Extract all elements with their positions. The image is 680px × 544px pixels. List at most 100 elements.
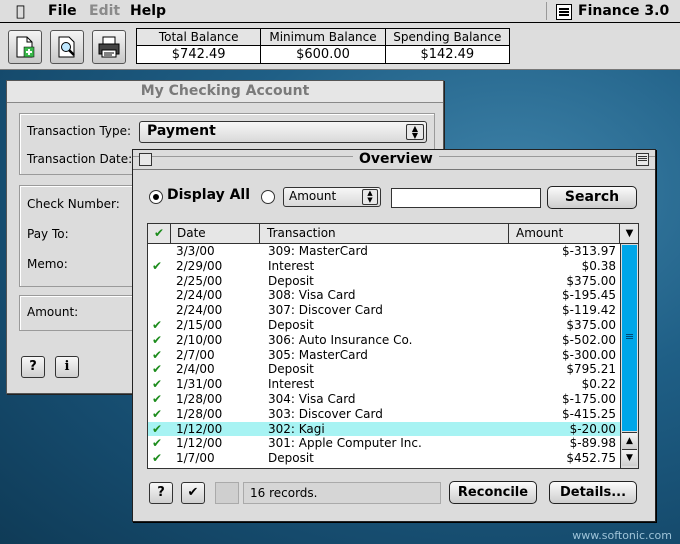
- table-row[interactable]: ✔ 2/4/00 Deposit $795.21: [148, 362, 620, 377]
- transaction-date-label: Transaction Date:: [27, 152, 133, 166]
- printer-icon: [98, 36, 120, 58]
- transaction-type-popup[interactable]: Payment ▲ ▼: [139, 121, 427, 143]
- table-row[interactable]: ✔ 1/12/00 301: Apple Computer Inc. $-89.98: [148, 436, 620, 451]
- table-row[interactable]: ✔ 2/7/00 305: MasterCard $-300.00: [148, 348, 620, 363]
- status-indicator: [215, 482, 239, 504]
- row-amount: $0.38: [581, 258, 616, 273]
- display-all-label[interactable]: Display All: [167, 187, 250, 203]
- overview-title: Overview: [353, 151, 439, 167]
- menu-file[interactable]: File: [48, 3, 77, 19]
- minimum-balance: Minimum Balance $600.00: [261, 29, 386, 63]
- date-column-header[interactable]: Date: [171, 224, 260, 243]
- row-amount: $-119.42: [562, 303, 616, 318]
- menu-edit[interactable]: Edit: [89, 3, 120, 19]
- row-amount: $-502.00: [562, 332, 616, 347]
- table-row[interactable]: ✔ 2/29/00 Interest $0.38: [148, 259, 620, 274]
- row-date: 2/29/00: [176, 258, 223, 273]
- transaction-type-value: Payment: [147, 123, 216, 139]
- filter-field-value: Amount: [289, 189, 337, 203]
- scroll-up-arrow-icon[interactable]: ▲: [622, 432, 637, 449]
- table-row[interactable]: ✔ 1/28/00 304: Visa Card $-175.00: [148, 392, 620, 407]
- row-amount: $-415.25: [562, 406, 616, 421]
- overview-help-button[interactable]: ?: [149, 482, 173, 504]
- reconcile-button[interactable]: Reconcile: [449, 481, 537, 504]
- filter-radio[interactable]: [261, 190, 275, 204]
- row-transaction: 302: Kagi: [268, 421, 325, 436]
- close-box-icon[interactable]: [139, 153, 152, 166]
- table-row[interactable]: 2/24/00 308: Visa Card $-195.45: [148, 288, 620, 303]
- row-date: 2/24/00: [176, 288, 223, 303]
- find-document-button[interactable]: [50, 30, 84, 64]
- scroll-down-arrow-icon[interactable]: ▼: [622, 449, 637, 466]
- table-row[interactable]: ✔ 1/28/00 303: Discover Card $-415.25: [148, 407, 620, 422]
- info-button[interactable]: i: [55, 356, 79, 378]
- reconcile-check-button[interactable]: ✔: [181, 482, 205, 504]
- row-amount: $-89.98: [569, 436, 616, 451]
- table-row[interactable]: ✔ 1/31/00 Interest $0.22: [148, 377, 620, 392]
- row-amount: $452.75: [566, 451, 616, 466]
- reconciled-check-icon[interactable]: ✔: [152, 407, 164, 422]
- reconciled-check-icon[interactable]: ✔: [152, 318, 164, 333]
- reconciled-check-icon[interactable]: ✔: [152, 392, 164, 407]
- overview-titlebar[interactable]: Overview: [133, 150, 655, 170]
- transaction-column-header[interactable]: Transaction: [261, 224, 509, 243]
- reconciled-check-icon[interactable]: ✔: [152, 333, 164, 348]
- search-button[interactable]: Search: [547, 186, 637, 209]
- table-row[interactable]: ✔ 1/12/00 302: Kagi $-20.00: [148, 421, 620, 437]
- reconciled-check-icon[interactable]: ✔: [152, 362, 164, 377]
- apple-menu-icon[interactable]: : [16, 2, 25, 20]
- new-document-icon: [16, 36, 35, 58]
- row-amount: $375.00: [566, 317, 616, 332]
- row-date: 1/12/00: [176, 436, 223, 451]
- reconciled-column-header[interactable]: ✔: [148, 224, 171, 243]
- row-amount: $-300.00: [562, 347, 616, 362]
- row-transaction: 305: MasterCard: [268, 347, 368, 362]
- finance-app-icon[interactable]: [556, 4, 572, 20]
- collapse-box-icon[interactable]: [636, 153, 649, 166]
- menu-help[interactable]: Help: [130, 3, 166, 19]
- row-amount: $375.00: [566, 273, 616, 288]
- row-date: 3/3/00: [176, 244, 215, 258]
- new-document-button[interactable]: [8, 30, 42, 64]
- magnifier-document-icon: [58, 36, 75, 58]
- help-button[interactable]: ?: [21, 356, 45, 378]
- reconciled-check-icon[interactable]: ✔: [152, 377, 164, 392]
- checking-window-title[interactable]: My Checking Account: [7, 81, 443, 103]
- reconciled-check-icon[interactable]: ✔: [152, 259, 164, 274]
- popup-arrows-icon: ▲ ▼: [362, 189, 378, 205]
- search-input[interactable]: [391, 188, 541, 208]
- table-row[interactable]: ✔ 2/15/00 Deposit $375.00: [148, 318, 620, 333]
- row-transaction: Interest: [268, 377, 315, 392]
- row-date: 1/12/00: [176, 421, 223, 436]
- row-date: 2/7/00: [176, 347, 215, 362]
- reconciled-check-icon[interactable]: ✔: [152, 422, 164, 437]
- row-transaction: 304: Visa Card: [268, 391, 356, 406]
- column-menu-icon[interactable]: ▼: [621, 224, 638, 243]
- app-menu-name[interactable]: Finance 3.0: [578, 3, 669, 19]
- display-all-radio[interactable]: [149, 190, 163, 204]
- row-transaction: 307: Discover Card: [268, 303, 383, 318]
- print-button[interactable]: [92, 30, 126, 64]
- total-balance-value: $742.49: [171, 47, 226, 62]
- table-row[interactable]: ✔ 2/10/00 306: Auto Insurance Co. $-502.00: [148, 333, 620, 348]
- row-date: 2/4/00: [176, 362, 215, 377]
- filter-field-popup[interactable]: Amount ▲ ▼: [283, 187, 381, 207]
- pay-to-label: Pay To:: [27, 227, 69, 241]
- transaction-type-label: Transaction Type:: [27, 124, 132, 138]
- row-amount: $-195.45: [562, 288, 616, 303]
- table-row[interactable]: 2/24/00 307: Discover Card $-119.42: [148, 303, 620, 318]
- reconciled-check-icon[interactable]: ✔: [152, 451, 164, 466]
- vertical-scrollbar[interactable]: ▲ ▼: [620, 244, 638, 468]
- scroll-thumb[interactable]: [622, 245, 637, 431]
- row-amount: $-313.97: [562, 244, 616, 258]
- details-button[interactable]: Details...: [549, 481, 637, 504]
- reconciled-check-icon[interactable]: ✔: [152, 436, 164, 451]
- checkmark-icon: ✔: [187, 485, 199, 500]
- balance-summary: Total Balance $742.49 Minimum Balance $6…: [136, 28, 510, 64]
- table-row[interactable]: 3/3/00 309: MasterCard $-313.97: [148, 244, 620, 259]
- amount-column-header[interactable]: Amount: [510, 224, 620, 243]
- row-transaction: 308: Visa Card: [268, 288, 356, 303]
- reconciled-check-icon[interactable]: ✔: [152, 348, 164, 363]
- table-row[interactable]: ✔ 1/7/00 Deposit $452.75: [148, 451, 620, 466]
- table-row[interactable]: 2/25/00 Deposit $375.00: [148, 274, 620, 289]
